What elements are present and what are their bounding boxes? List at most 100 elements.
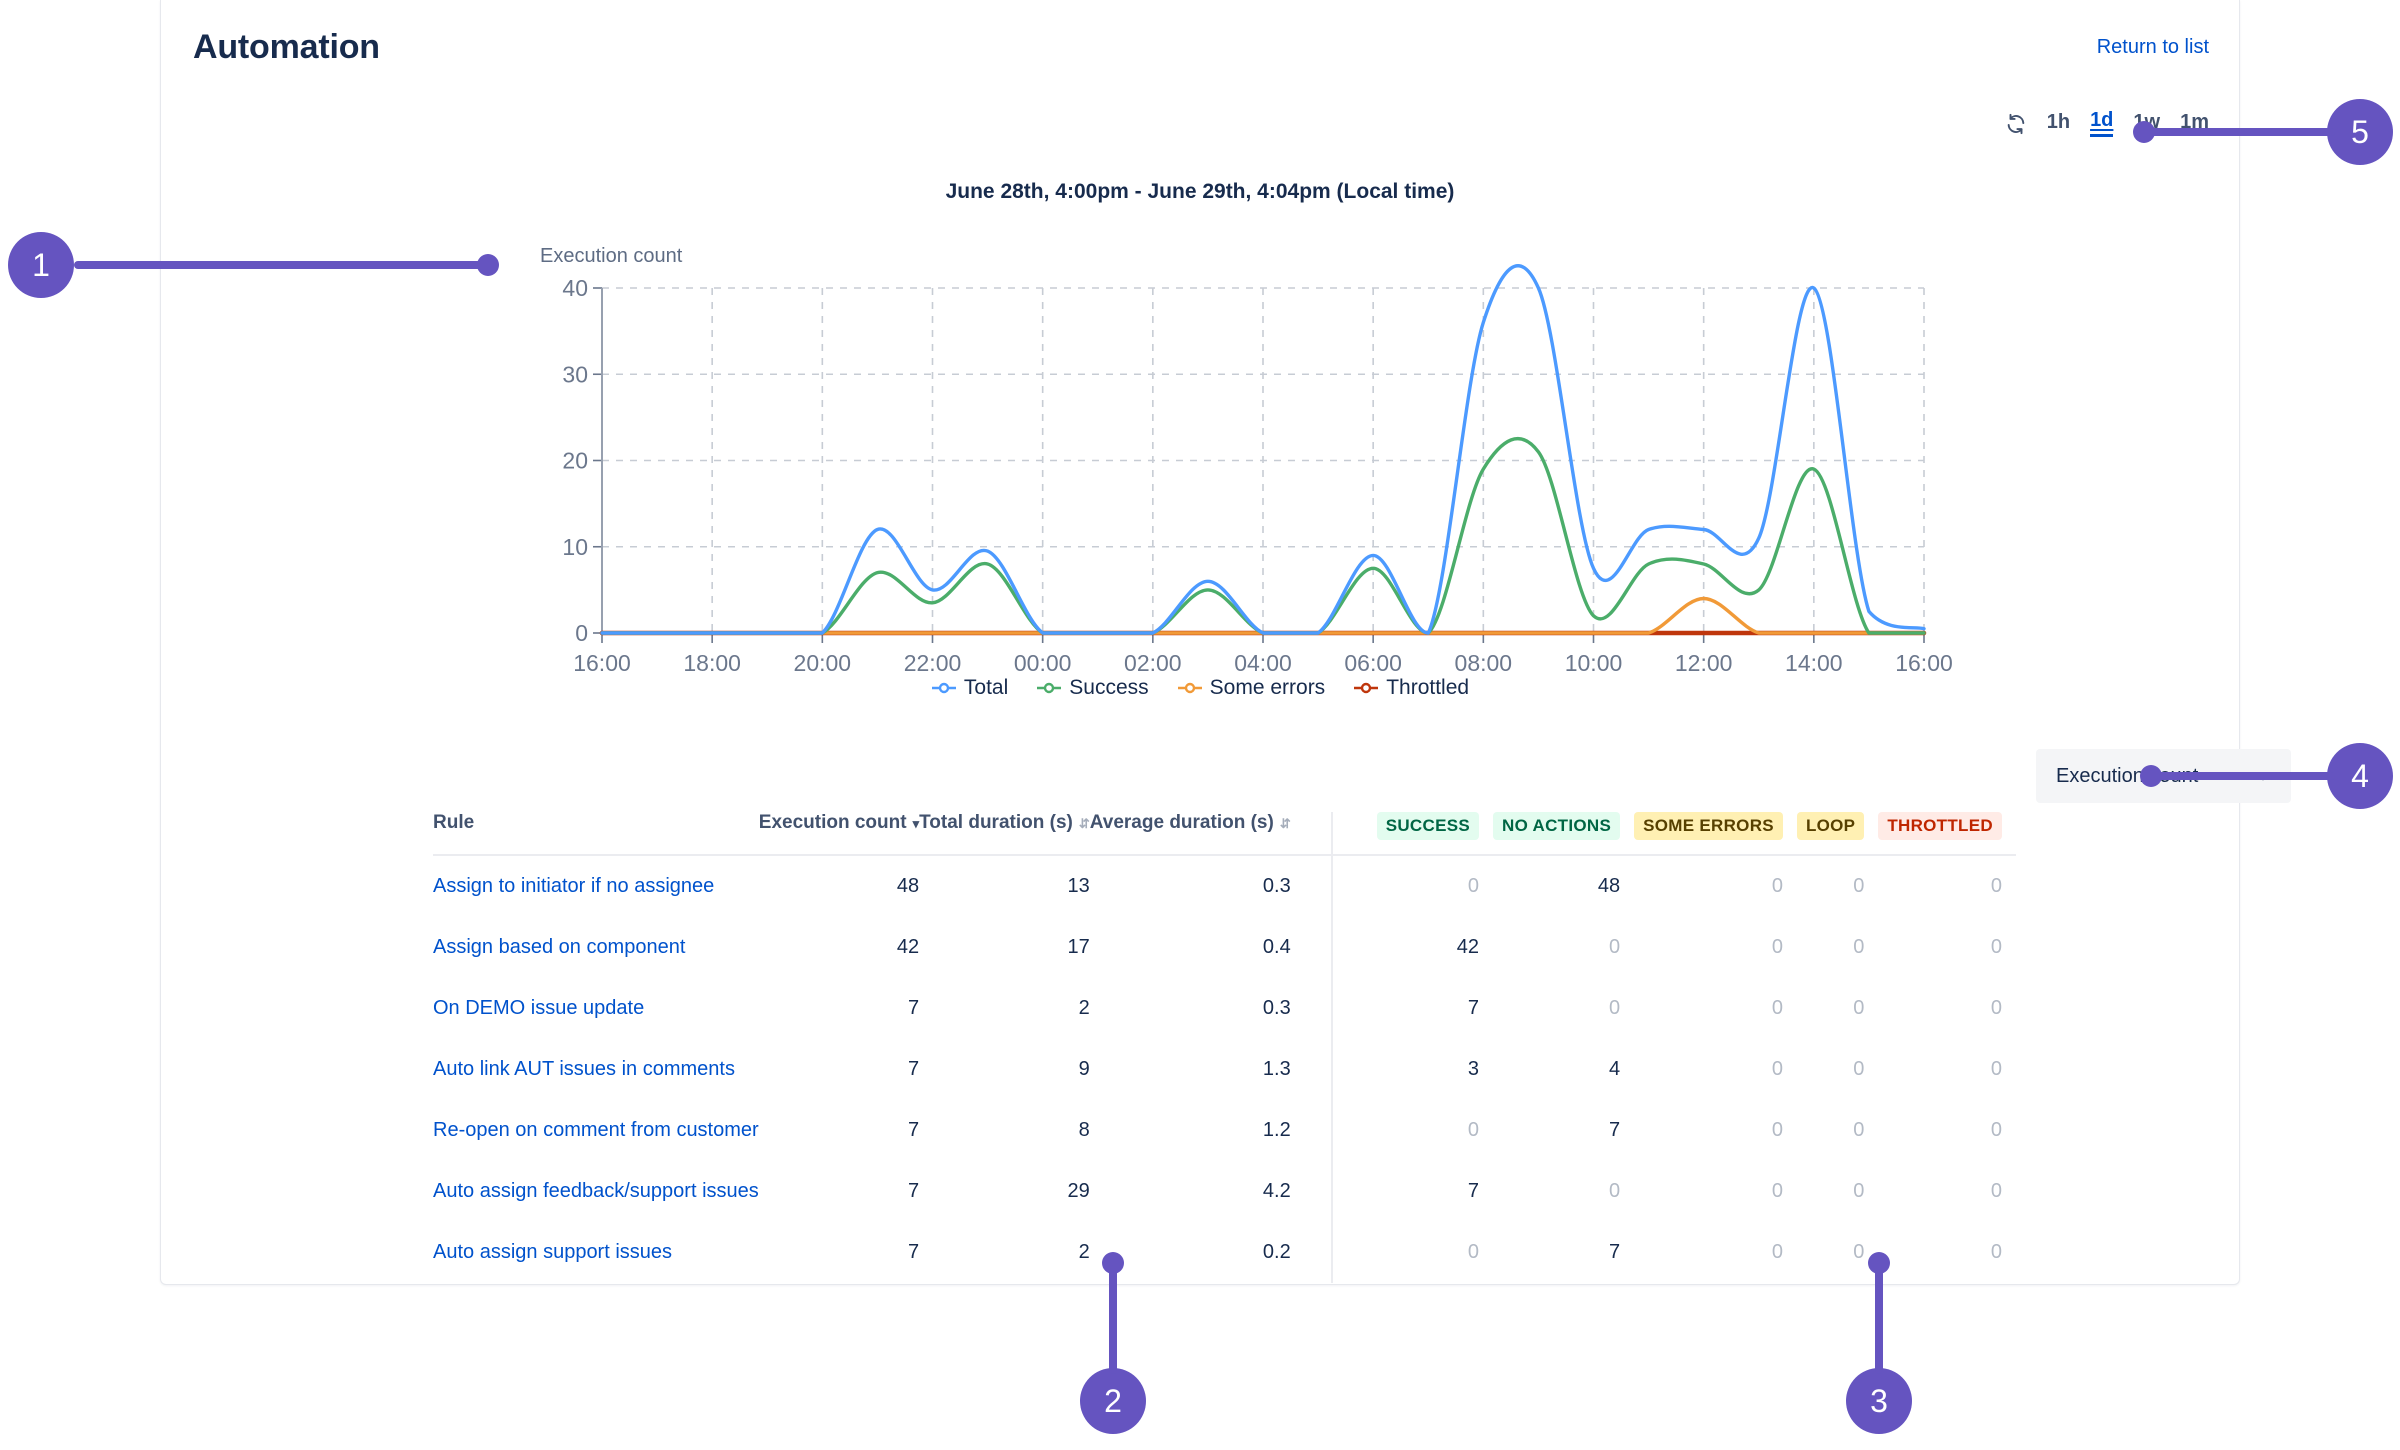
cell-value: 7 [1608,1241,1621,1263]
cell-loop: 0 [1797,855,1878,917]
cell-noact: 0 [1493,917,1634,978]
cell-loop: 0 [1797,917,1878,978]
cell-noact: 7 [1493,1222,1634,1283]
cell-throt: 0 [1878,1100,2016,1161]
cell-noact: 0 [1493,1161,1634,1222]
cell-value: 0 [1467,1119,1480,1141]
table-header-row: Rule Execution count ▾ Total duration (s)… [433,812,2016,856]
cell-value: 0.3 [1262,875,1291,897]
col-header-total-duration[interactable]: Total duration (s) ⇵ [919,812,1090,856]
metric-select-value: Execution count [2056,764,2199,787]
rule-link[interactable]: Auto assign feedback/support issues [433,1180,759,1202]
cell-loop: 0 [1797,978,1878,1039]
cell-value: 0 [1990,1058,2002,1080]
cell-total: 2 [919,1222,1090,1283]
status-badge-some-errors: SOME ERRORS [1634,812,1783,840]
col-header-loop: LOOP [1796,812,1879,856]
range-option-1w[interactable]: 1w [2133,112,2160,136]
cell-value: 0 [1608,1180,1621,1202]
col-header-rule: Rule [433,812,759,856]
sort-both-icon: ⇵ [1078,816,1090,831]
legend-marker-success [1037,682,1062,694]
callout-badge-4: 4 [2327,743,2393,809]
rule-link[interactable]: Auto assign support issues [433,1241,672,1263]
legend-item-some-errors[interactable]: Some errors [1177,676,1326,700]
col-header-average-duration[interactable]: Average duration (s) ⇵ [1089,812,1332,856]
rule-link[interactable]: On DEMO issue update [433,997,644,1019]
cell-avg: 1.2 [1090,1100,1332,1161]
range-option-1h[interactable]: 1h [2047,112,2070,136]
legend-item-success[interactable]: Success [1036,676,1149,700]
callout-badge-5: 5 [2327,99,2393,165]
cell-value: 7 [907,1241,920,1263]
page-title: Automation [193,28,380,66]
cell-exec: 7 [759,1039,919,1100]
cell-avg: 0.4 [1090,917,1332,978]
cell-value: 9 [1078,1058,1090,1080]
cell-value: 3 [1467,1058,1480,1080]
cell-value: 0 [1853,1119,1865,1141]
range-option-1d[interactable]: 1d [2090,110,2114,137]
cell-value: 0 [1990,875,2002,897]
refresh-icon[interactable] [2005,113,2027,135]
cell-value: 0 [1853,1058,1865,1080]
cell-value: 0 [1608,997,1621,1019]
legend-item-throttled[interactable]: Throttled [1353,676,1469,700]
callout-badge-1: 1 [8,232,74,298]
return-to-list-link[interactable]: Return to list [2097,36,2209,59]
rule-link[interactable]: Assign to initiator if no assignee [433,875,714,897]
cell-total: 29 [919,1161,1090,1222]
cell-someerr: 0 [1634,1100,1797,1161]
sort-both-icon: ⇵ [1279,816,1291,831]
cell-noact: 48 [1493,855,1634,917]
legend-label-throttled: Throttled [1386,676,1470,699]
cell-total: 8 [919,1100,1090,1161]
legend-item-total[interactable]: Total [931,676,1008,700]
legend-marker-total [931,682,956,694]
cell-success: 7 [1330,978,1494,1039]
cell-throt: 0 [1878,1222,2016,1283]
col-header-execution-count-label: Execution count [758,812,907,833]
col-header-execution-count[interactable]: Execution count ▾ [758,812,920,856]
cell-rule: Assign based on component [433,917,759,978]
cell-avg: 0.2 [1090,1222,1332,1283]
rule-link[interactable]: Assign based on component [433,936,685,958]
status-badge-no-actions: NO ACTIONS [1493,812,1621,840]
cell-value: 0 [1990,1119,2002,1141]
cell-value: 0 [1608,936,1621,958]
metric-select[interactable]: Execution count [2036,749,2291,803]
table-row: On DEMO issue update 7 2 0.3 7 0 0 0 0 [433,978,2016,1039]
cell-rule: Auto link AUT issues in comments [433,1039,759,1100]
cell-value: 42 [1456,936,1480,958]
cell-value: 7 [1467,1180,1480,1202]
col-header-rule-label: Rule [433,812,475,833]
cell-value: 4.2 [1262,1180,1291,1202]
cell-value: 7 [907,1119,920,1141]
range-option-1m[interactable]: 1m [2180,112,2209,136]
rules-table-wrapper: Rule Execution count ▾ Total duration (s)… [433,812,2016,1283]
legend-label-some-errors: Some errors [1209,676,1326,699]
rule-link[interactable]: Re-open on comment from customer [433,1119,759,1141]
cell-value: 0 [1771,997,1783,1019]
cell-success: 3 [1330,1039,1494,1100]
table-row: Auto link AUT issues in comments 7 9 1.3 3 4 0… [433,1039,2016,1100]
cell-throt: 0 [1878,1039,2016,1100]
rule-link[interactable]: Auto link AUT issues in comments [433,1058,735,1080]
screenshot-root: Automation Return to list 1h 1d 1w 1m Ex… [0,0,2400,1450]
cell-loop: 0 [1797,1100,1878,1161]
cell-value: 0 [1771,1180,1783,1202]
time-range-controls: 1h 1d 1w 1m [2005,110,2209,137]
cell-value: 8 [1078,1119,1090,1141]
cell-loop: 0 [1797,1161,1878,1222]
cell-value: 0 [1771,1119,1783,1141]
legend-marker-throttled [1354,682,1379,694]
cell-exec: 42 [759,917,919,978]
cell-value: 0 [1467,875,1480,897]
cell-rule: Re-open on comment from customer [433,1100,759,1161]
cell-value: 0 [1853,1241,1865,1263]
cell-throt: 0 [1878,1161,2016,1222]
cell-rule: On DEMO issue update [433,978,759,1039]
cell-value: 7 [1467,997,1480,1019]
cell-value: 48 [896,875,920,897]
cell-exec: 7 [759,978,919,1039]
